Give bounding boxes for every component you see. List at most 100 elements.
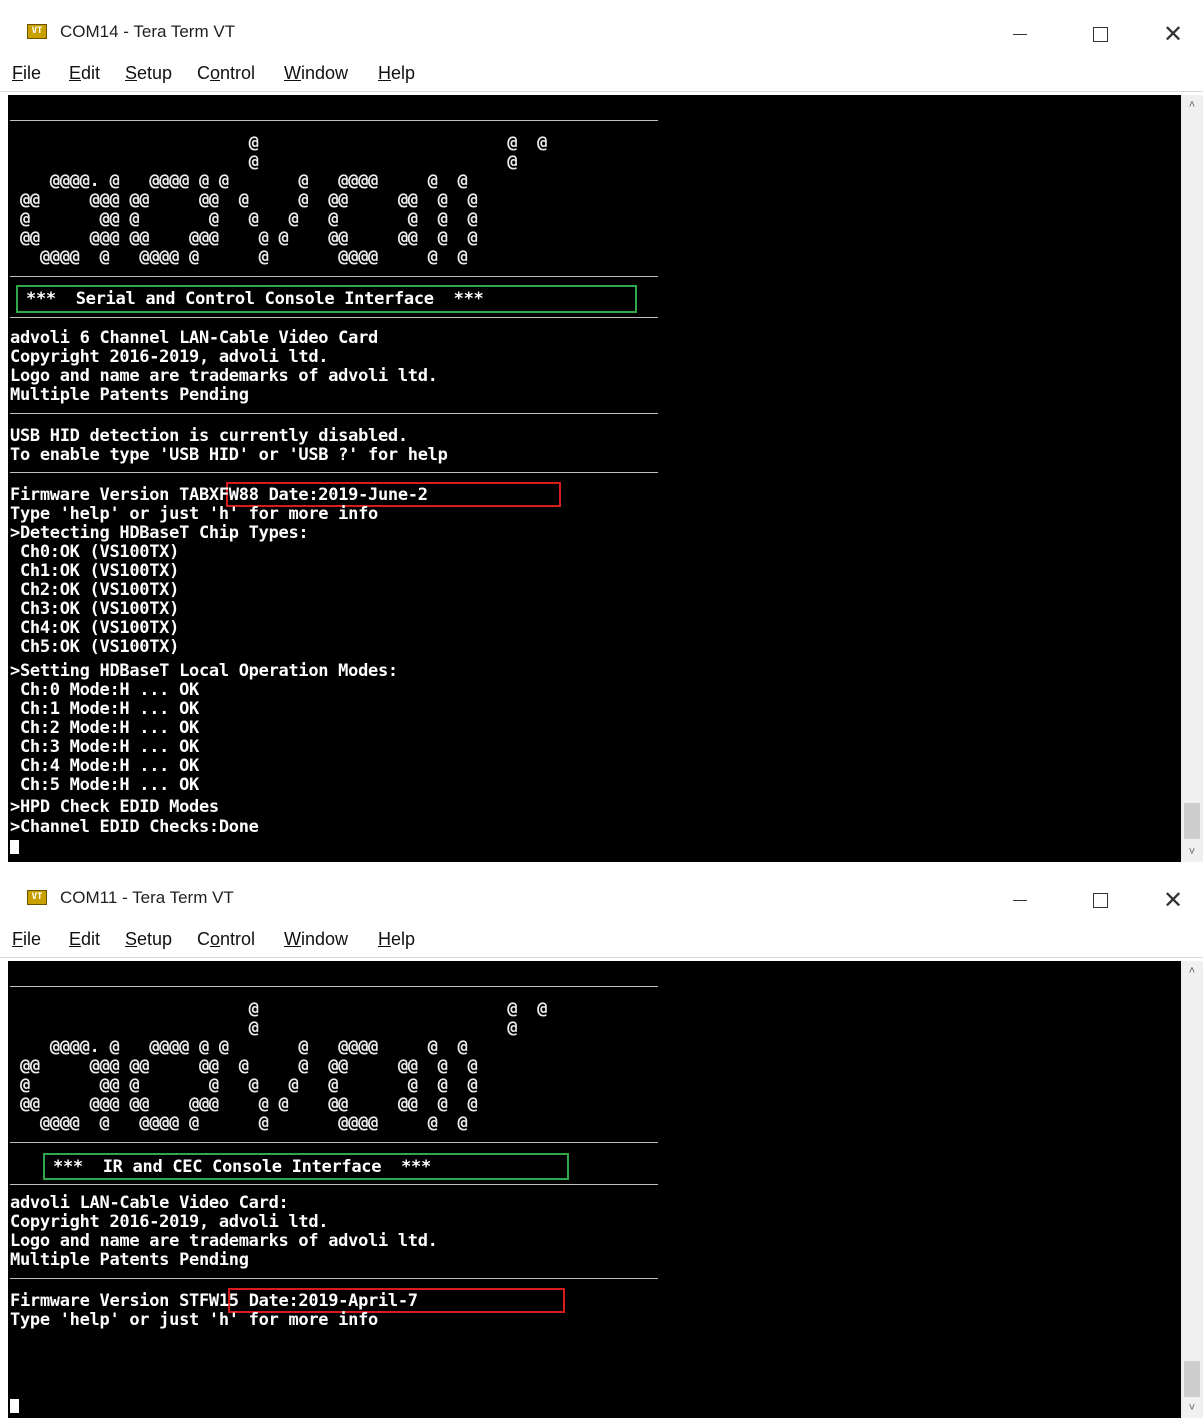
terminal-screen[interactable]: @ @ @ @ @ @@@@. @ @@@@ @ @ @ @@@@ @ @ @@… [8, 95, 1181, 862]
firmware-label: Firmware Version [10, 1291, 180, 1311]
menu-edit-rest: dit [81, 929, 101, 949]
separator-line [10, 1142, 658, 1143]
tera-term-icon[interactable]: VT [27, 890, 47, 905]
menu-edit[interactable]: Edit [69, 929, 100, 950]
log-line: Ch0:OK (VS100TX) [10, 542, 180, 562]
menu-control-mnemonic: o [210, 929, 221, 949]
log-line: Ch4:OK (VS100TX) [10, 618, 180, 638]
logo-line: @@ @@@ @@ @@ @ @ @@ @@ @ @ [10, 1056, 478, 1076]
close-button[interactable]: ✕ [1143, 14, 1203, 54]
log-line: Ch:1 Mode:H ... OK [10, 699, 199, 719]
info-line: Logo and name are trademarks of advoli l… [10, 366, 438, 386]
logo-line: @@ @@@ @@ @@@ @ @ @@ @@ @ @ [10, 1094, 478, 1114]
maximize-button[interactable] [1070, 880, 1130, 920]
log-line: Ch2:OK (VS100TX) [10, 580, 180, 600]
text-cursor [10, 840, 19, 854]
scroll-up-icon[interactable]: ˄ [1181, 95, 1203, 115]
scroll-down-icon[interactable]: ˅ [1181, 1398, 1203, 1418]
separator-line [10, 986, 658, 987]
menu-window[interactable]: Window [284, 929, 348, 950]
menu-window[interactable]: Window [284, 63, 348, 84]
separator-line [10, 276, 658, 277]
minimize-icon [1013, 899, 1027, 901]
scrollbar-thumb[interactable] [1184, 1361, 1200, 1397]
firmware-line: Firmware Version STFW15 Date:2019-April-… [10, 1291, 418, 1311]
separator-line [10, 1278, 658, 1279]
log-line: Ch:4 Mode:H ... OK [10, 756, 199, 776]
log-line: Ch:3 Mode:H ... OK [10, 737, 199, 757]
menu-control[interactable]: Control [197, 63, 255, 84]
menu-edit-mnemonic: E [69, 63, 82, 83]
menu-file[interactable]: File [12, 929, 41, 950]
separator-line [10, 413, 658, 414]
menu-setup-rest: etup [137, 63, 173, 83]
vertical-scrollbar[interactable]: ˄ ˅ [1181, 961, 1203, 1418]
minimize-button[interactable] [990, 880, 1050, 920]
menu-setup[interactable]: Setup [125, 63, 172, 84]
menu-help-mnemonic: H [378, 929, 391, 949]
info-line: advoli 6 Channel LAN-Cable Video Card [10, 328, 378, 348]
info-line: Copyright 2016-2019, advoli ltd. [10, 347, 329, 367]
menu-setup-mnemonic: S [125, 929, 138, 949]
menu-file-mnemonic: F [12, 63, 23, 83]
window-title: COM11 - Tera Term VT [60, 888, 234, 907]
terminal-screen[interactable]: @ @ @ @ @ @@@@. @ @@@@ @ @ @ @@@@ @ @ @@… [8, 961, 1181, 1418]
menu-setup[interactable]: Setup [125, 929, 172, 950]
menu-setup-mnemonic: S [125, 63, 138, 83]
menu-bar: File Edit Setup Control Window Help [0, 60, 1203, 92]
logo-line: @@ @@@ @@ @@ @ @ @@ @@ @ @ [10, 190, 478, 210]
log-line: Ch1:OK (VS100TX) [10, 561, 180, 581]
separator-line [10, 317, 658, 318]
tera-term-icon[interactable]: VT [27, 24, 47, 39]
logo-line: @@@@. @ @@@@ @ @ @ @@@@ @ @ [10, 171, 468, 191]
log-line: Ch:5 Mode:H ... OK [10, 775, 199, 795]
log-line: Ch5:OK (VS100TX) [10, 637, 180, 657]
usb-line: To enable type 'USB HID' or 'USB ?' for … [10, 445, 448, 465]
logo-line: @@ @@@ @@ @@@ @ @ @@ @@ @ @ [10, 228, 478, 248]
log-line: Ch:2 Mode:H ... OK [10, 718, 199, 738]
logo-line: @ @@ @ @ @ @ @ @ @ @ [10, 1075, 478, 1095]
log-line: Ch3:OK (VS100TX) [10, 599, 180, 619]
usb-line: USB HID detection is currently disabled. [10, 426, 408, 446]
menu-control-mnemonic: o [210, 63, 221, 83]
vertical-scrollbar[interactable]: ˄ ˅ [1181, 95, 1203, 862]
menu-help[interactable]: Help [378, 929, 415, 950]
close-button[interactable]: ✕ [1143, 880, 1203, 920]
menu-file-rest: ile [23, 929, 42, 949]
menu-control-rest: ntrol [220, 929, 256, 949]
maximize-button[interactable] [1070, 14, 1130, 54]
minimize-button[interactable] [990, 14, 1050, 54]
scroll-up-icon[interactable]: ˄ [1181, 961, 1203, 981]
menu-edit-mnemonic: E [69, 929, 82, 949]
scrollbar-thumb[interactable] [1184, 803, 1200, 839]
menu-control-c: C [197, 63, 210, 83]
logo-line: @@@@ @ @@@@ @ @ @@@@ @ @ [10, 1113, 468, 1133]
menu-window-mnemonic: W [284, 63, 301, 83]
scroll-down-icon[interactable]: ˅ [1181, 842, 1203, 862]
minimize-icon [1013, 33, 1027, 35]
window-title: COM14 - Tera Term VT [60, 22, 236, 41]
menu-control-c: C [197, 929, 210, 949]
menu-bar: File Edit Setup Control Window Help [0, 926, 1203, 958]
log-line: >HPD Check EDID Modes [10, 797, 219, 817]
separator-line [10, 472, 658, 473]
title-bar[interactable]: VT COM11 - Tera Term VT ✕ [0, 866, 1203, 926]
close-icon: ✕ [1162, 886, 1184, 914]
terminal-window-com11: VT COM11 - Tera Term VT ✕ File Edit Setu… [0, 866, 1203, 1418]
text-cursor [10, 1399, 19, 1413]
log-line: >Detecting HDBaseT Chip Types: [10, 523, 309, 543]
title-bar[interactable]: VT COM14 - Tera Term VT ✕ [0, 0, 1203, 60]
menu-help[interactable]: Help [378, 63, 415, 84]
console-banner: *** IR and CEC Console Interface *** [53, 1157, 431, 1177]
menu-control[interactable]: Control [197, 929, 255, 950]
log-line: Type 'help' or just 'h' for more info [10, 1310, 378, 1330]
log-line: Type 'help' or just 'h' for more info [10, 504, 378, 524]
menu-edit[interactable]: Edit [69, 63, 100, 84]
logo-line: @ @ @ [10, 133, 548, 153]
info-line: advoli LAN-Cable Video Card: [10, 1193, 289, 1213]
console-banner: *** Serial and Control Console Interface… [26, 289, 484, 309]
menu-help-mnemonic: H [378, 63, 391, 83]
info-line: Multiple Patents Pending [10, 1250, 249, 1270]
firmware-value: TABXFW88 Date:2019-June-2 [179, 485, 428, 505]
menu-file[interactable]: File [12, 63, 41, 84]
